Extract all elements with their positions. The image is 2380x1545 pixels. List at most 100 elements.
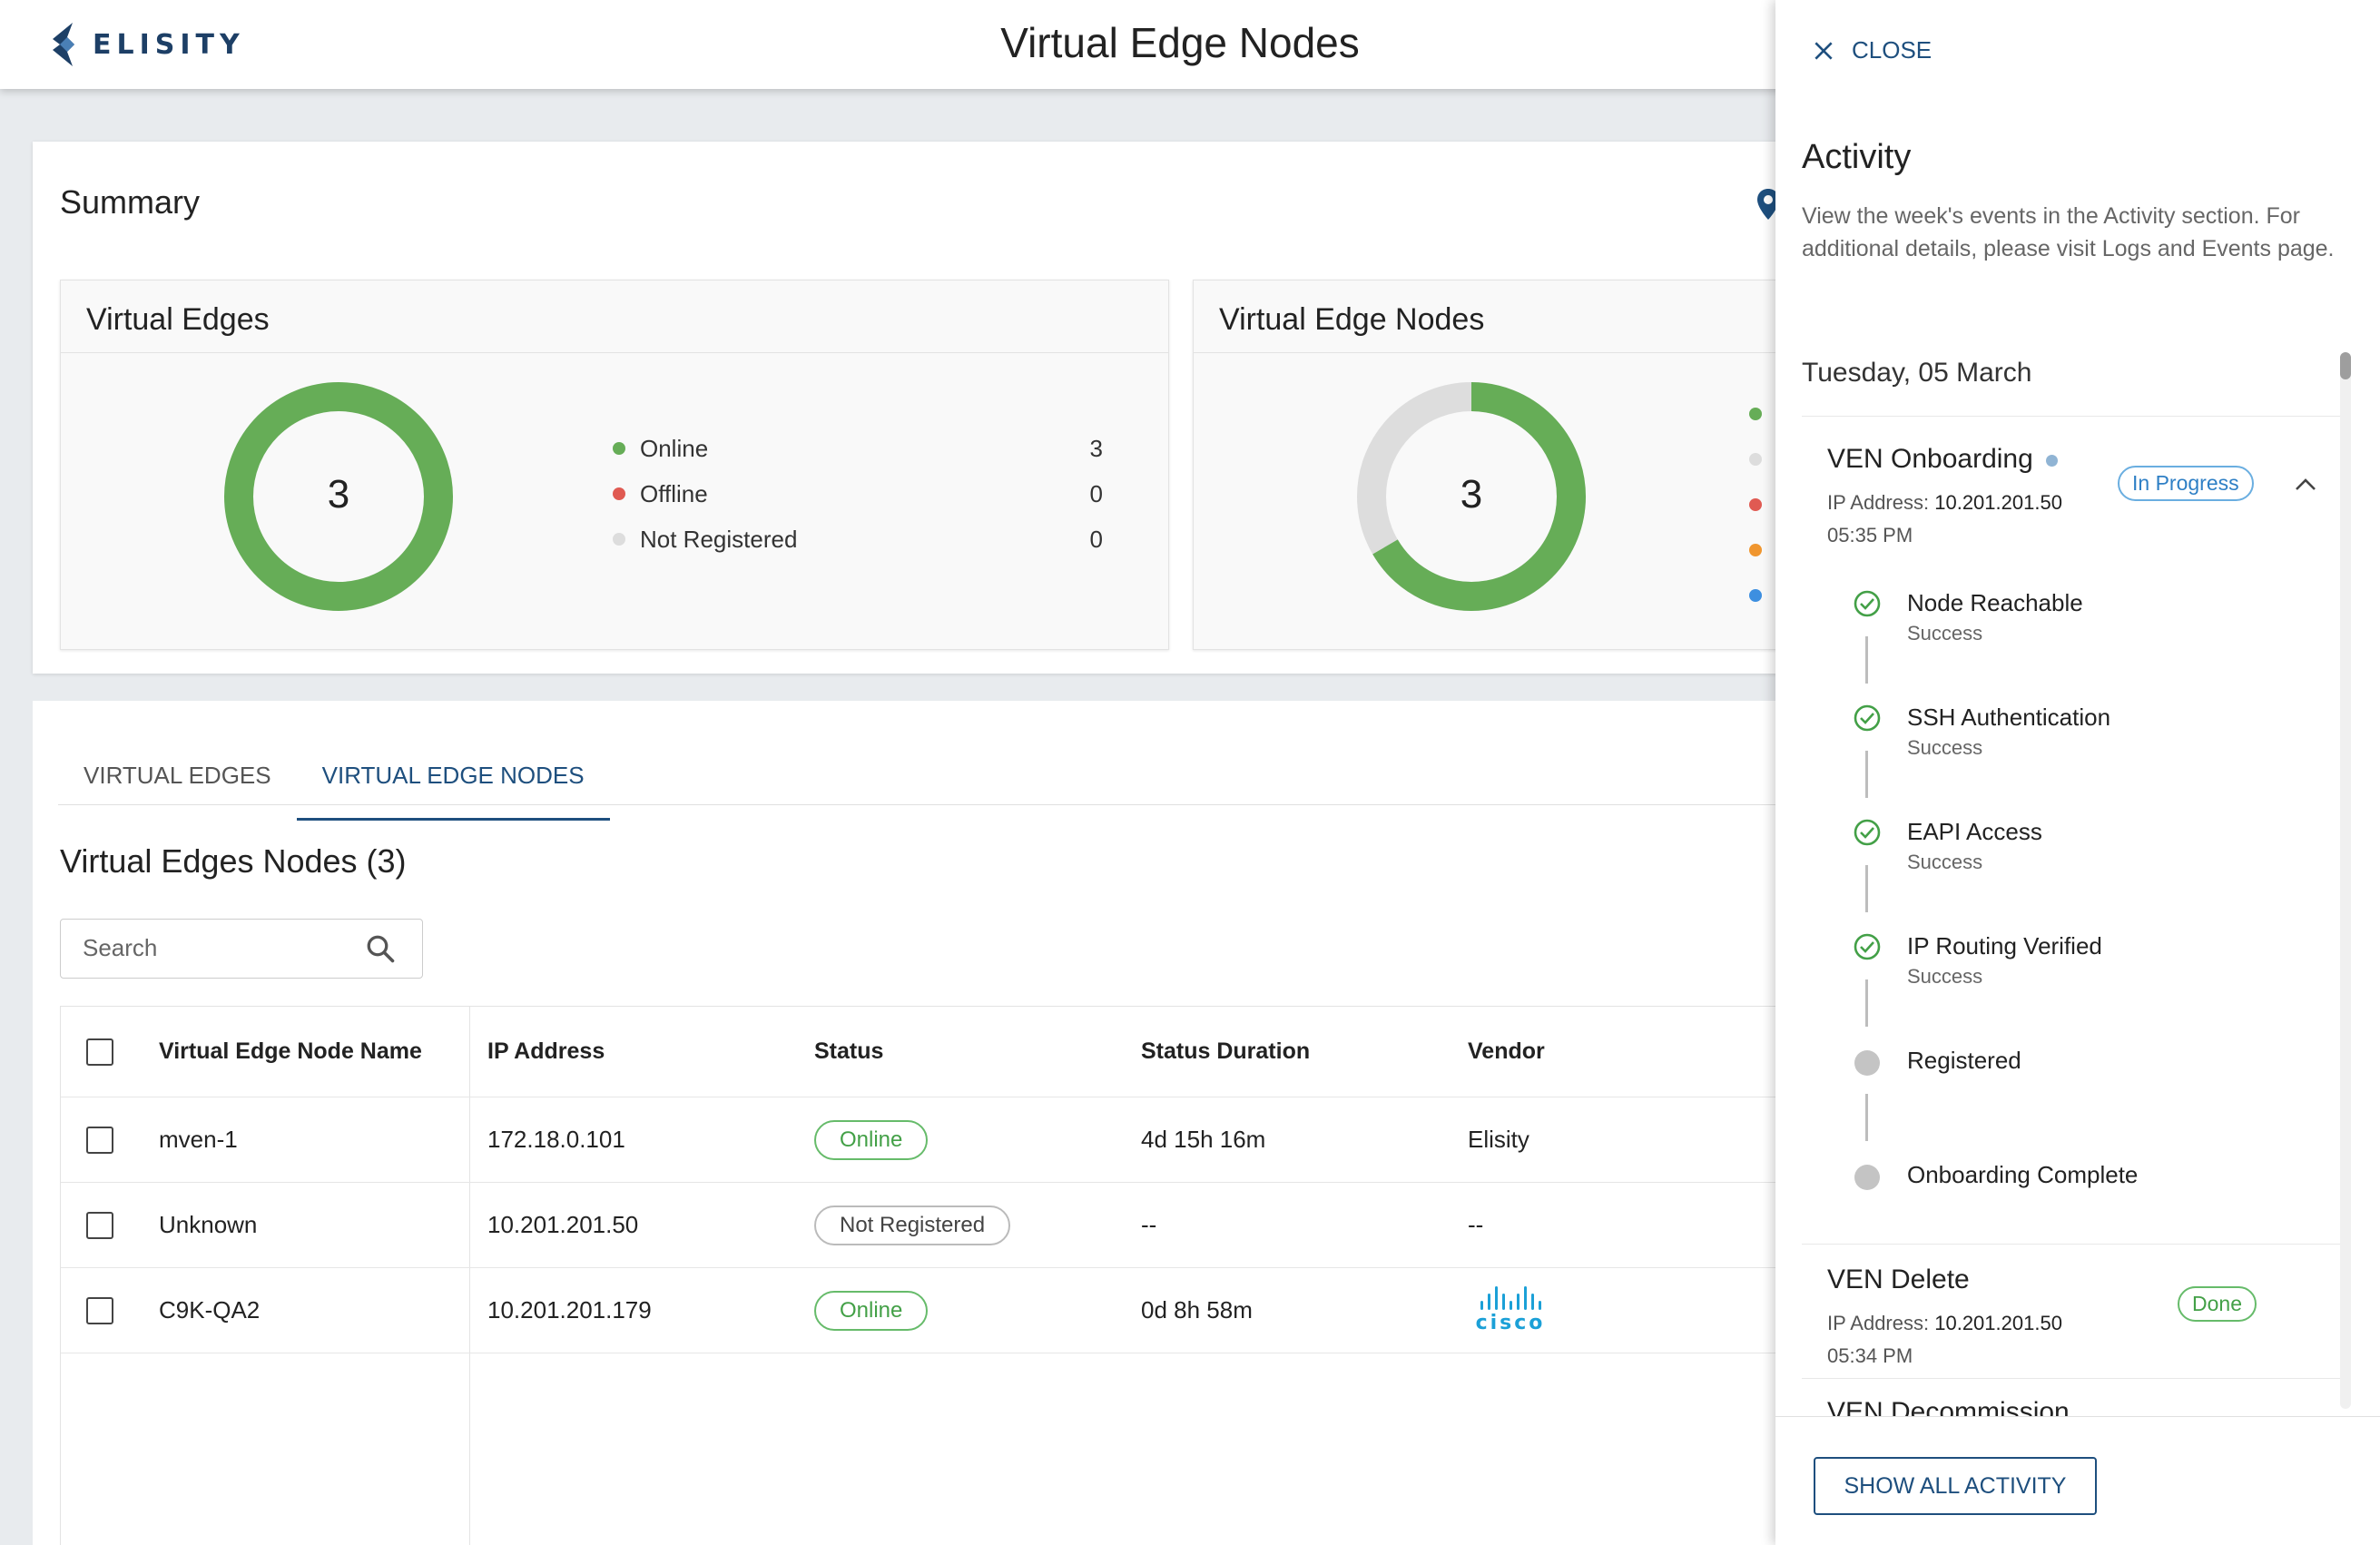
legend-label: Not Registered [640,525,798,553]
table-row[interactable]: C9K-QA2 10.201.201.179 Online 0d 8h 58m … [61,1268,1840,1353]
col-vendor-header[interactable]: Vendor [1468,1007,1545,1097]
legend-offline: Offline 0 [613,471,1103,517]
col-name-header[interactable]: Virtual Edge Node Name [159,1007,422,1097]
close-button[interactable]: CLOSE [1812,36,1932,64]
activity-title: Activity [1802,138,1912,176]
legend-label: Offline [640,479,708,507]
summary-title: Summary [60,183,201,221]
step-node-reachable: Node Reachable Success [1853,589,2325,645]
donut-total: 3 [1460,472,1482,517]
search-input[interactable] [61,920,333,976]
cisco-logo: cisco [1468,1268,1553,1353]
row-checkbox[interactable] [86,1211,113,1239]
legend-dot [1749,498,1762,511]
event-ven-decommission[interactable]: VEN Decommission [1802,1378,2346,1416]
activity-scrollbar[interactable] [2340,352,2351,1409]
activity-list[interactable]: Tuesday, 05 March VEN Onboarding IP Addr… [1775,345,2380,1416]
tab-virtual-edges[interactable]: VIRTUAL EDGES [58,748,297,821]
col-duration-header[interactable]: Status Duration [1141,1007,1310,1097]
step-status: Success [1907,736,1983,759]
virtual-edges-card: Virtual Edges 3 Online 3 Offline 0 Not R… [60,280,1169,650]
status-badge: Online [814,1290,929,1331]
step-name: SSH Authentication [1907,704,2111,731]
table-row[interactable]: mven-1 172.18.0.101 Online 4d 15h 16m El… [61,1097,1840,1183]
tab-virtual-edge-nodes[interactable]: VIRTUAL EDGE NODES [296,748,610,821]
tab-bar: VIRTUAL EDGES VIRTUAL EDGE NODES [58,748,610,821]
tab-divider [58,804,1828,805]
status-duration: 4d 15h 16m [1141,1126,1266,1153]
search-icon[interactable] [364,932,397,965]
node-ip: 10.201.201.179 [487,1296,652,1324]
event-ven-onboarding[interactable]: VEN Onboarding IP Address: 10.201.201.50… [1802,416,2346,1242]
legend-dot [1749,408,1762,420]
vendor: -- [1468,1211,1484,1238]
step-status: Success [1907,965,1983,988]
step-eapi-access: EAPI Access Success [1853,818,2325,873]
check-circle-icon [1854,590,1881,617]
scrollbar-thumb[interactable] [2340,352,2351,379]
step-name: Node Reachable [1907,589,2083,616]
check-circle-icon [1854,819,1881,846]
list-title: Virtual Edges Nodes (3) [60,842,407,880]
node-name: C9K-QA2 [159,1296,261,1324]
check-circle-icon [1854,704,1881,732]
step-name: Registered [1907,1047,2021,1074]
step-name: EAPI Access [1907,818,2042,845]
summary-card: Summary Virtual Edges 3 Online 3 Offline… [33,142,1839,674]
elisity-logo[interactable]: ELISITY [47,20,256,69]
step-status: Success [1907,622,1983,645]
legend-count: 3 [1089,434,1103,462]
pending-circle-icon [1854,1165,1880,1190]
status-badge: In Progress [2118,466,2254,501]
nodes-table: Virtual Edge Node Name IP Address Status… [60,1006,1840,1545]
virtual-edges-card-title: Virtual Edges [61,280,1168,353]
virtual-edges-donut: 3 [224,382,453,611]
node-name: Unknown [159,1211,258,1238]
elisity-logo-icon [53,23,74,66]
check-circle-icon [1854,933,1881,960]
select-all-checkbox[interactable] [86,1038,113,1066]
node-name: mven-1 [159,1126,238,1153]
day-heading: Tuesday, 05 March [1802,358,2032,388]
chevron-up-icon[interactable] [2294,477,2317,493]
table-row[interactable]: Unknown 10.201.201.50 Not Registered -- … [61,1183,1840,1268]
step-status: Success [1907,851,1983,873]
nodes-table-card: VIRTUAL EDGES VIRTUAL EDGE NODES Virtual… [33,701,1840,1545]
virtual-edges-legend: Online 3 Offline 0 Not Registered 0 [613,426,1103,562]
event-name: VEN Delete [1827,1265,1970,1294]
col-ip-header[interactable]: IP Address [487,1007,605,1097]
status-badge: Not Registered [814,1205,1011,1245]
brand-name: ELISITY [93,28,245,61]
event-name: VEN Onboarding [1827,444,2058,475]
status-duration: 0d 8h 58m [1141,1296,1253,1324]
unread-dot [2045,454,2058,467]
node-ip: 172.18.0.101 [487,1126,625,1153]
step-ssh-authentication: SSH Authentication Success [1853,704,2325,759]
donut-total: 3 [328,472,349,517]
row-checkbox[interactable] [86,1296,113,1324]
status-duration: -- [1141,1211,1157,1238]
pending-circle-icon [1854,1050,1880,1076]
legend-dot [1749,544,1762,556]
legend-dot [1749,453,1762,466]
show-all-activity-button[interactable]: SHOW ALL ACTIVITY [1814,1457,2097,1515]
virtual-edge-nodes-donut: 3 [1357,382,1586,611]
activity-footer: SHOW ALL ACTIVITY [1775,1416,2380,1545]
step-onboarding-complete: Onboarding Complete [1853,1161,2325,1215]
close-icon [1815,41,1833,60]
status-badge: Done [2178,1286,2257,1322]
virtual-edge-nodes-card-title: Virtual Edge Nodes [1194,280,1827,353]
search-box [60,919,423,979]
node-ip: 10.201.201.50 [487,1211,639,1238]
legend-label: Online [640,434,709,462]
event-ip: IP Address: 10.201.201.50 [1827,1312,2062,1334]
event-name: VEN Decommission [1827,1397,2070,1416]
step-ip-routing-verified: IP Routing Verified Success [1853,932,2325,988]
event-ip: IP Address: 10.201.201.50 [1827,491,2062,514]
step-name: Onboarding Complete [1907,1161,2139,1188]
nodes-legend-dots [1749,408,1762,602]
col-status-header[interactable]: Status [814,1007,883,1097]
event-ven-delete[interactable]: VEN Delete IP Address: 10.201.201.50 05:… [1802,1244,2346,1376]
row-checkbox[interactable] [86,1126,113,1154]
page-title: Virtual Edge Nodes [1000,19,1360,66]
